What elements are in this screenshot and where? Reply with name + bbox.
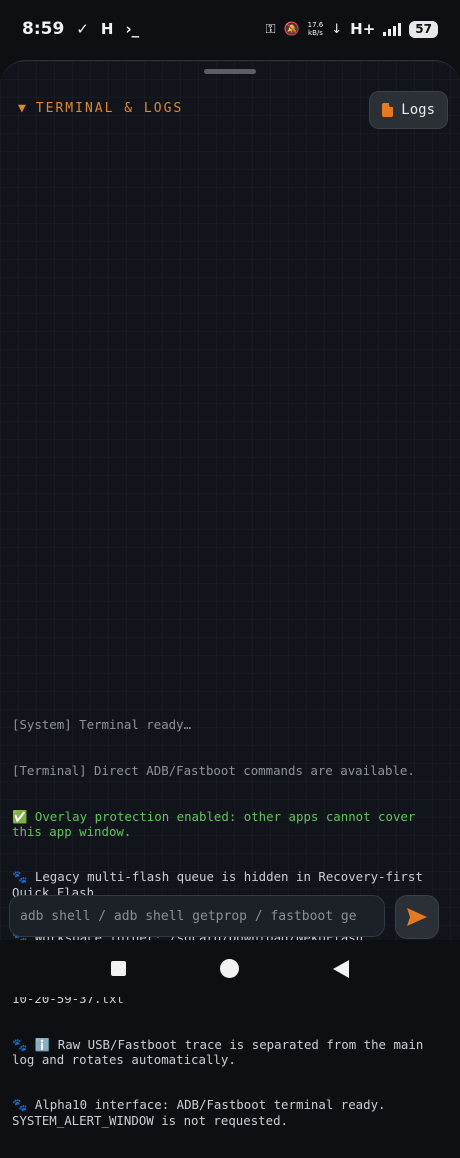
- collapse-arrow-icon: ▼: [18, 101, 28, 116]
- battery-indicator: 57: [409, 20, 438, 38]
- mute-icon: 🔕: [283, 21, 300, 37]
- back-button[interactable]: [333, 959, 349, 978]
- panel-header[interactable]: ▼ TERMINAL & LOGS: [18, 101, 183, 116]
- log-line: [Terminal] Direct ADB/Fastboot commands …: [12, 763, 415, 779]
- log-line: [System] Terminal ready…: [12, 717, 192, 733]
- data-arrows-icon: ↓: [331, 21, 343, 37]
- log-line: ✅ Overlay protection enabled: other apps…: [12, 808, 423, 839]
- send-button[interactable]: [395, 895, 439, 939]
- network-type: H+: [350, 20, 376, 38]
- logs-button-label: Logs: [401, 102, 435, 118]
- speed-value: 17.6: [307, 21, 324, 29]
- network-speed: 17.6 kB/s: [308, 21, 324, 37]
- speed-unit: kB/s: [308, 29, 323, 37]
- recents-button[interactable]: [111, 961, 126, 976]
- status-time: 8:59: [22, 19, 65, 39]
- send-icon: [407, 908, 427, 926]
- logs-button[interactable]: Logs: [369, 91, 448, 129]
- panel-title: TERMINAL & LOGS: [35, 101, 184, 116]
- drag-handle[interactable]: [204, 69, 256, 74]
- home-button[interactable]: [220, 959, 239, 978]
- check-download-icon: ✓: [76, 20, 89, 38]
- log-line: 🐾 ℹ️ Raw USB/Fastboot trace is separated…: [12, 1036, 431, 1067]
- terminal-sheet: ▼ TERMINAL & LOGS Logs [System] Terminal…: [0, 60, 460, 1128]
- terminal-icon: ›_: [125, 20, 140, 38]
- status-bar: 8:59 ✓ H ›_ ⚿ 🔕 17.6 kB/s ↓ H+ 57: [0, 0, 460, 58]
- key-icon: ⚿: [265, 21, 276, 37]
- document-icon: [382, 103, 394, 117]
- log-line: 🐾 Alpha10 interface: ADB/Fastboot termin…: [12, 1097, 393, 1128]
- status-left: 8:59 ✓ H ›_: [22, 19, 139, 39]
- app-h-icon: H: [100, 20, 114, 38]
- command-row: [0, 893, 460, 941]
- signal-icon: [383, 22, 402, 36]
- navigation-bar: [0, 940, 460, 997]
- status-right: ⚿ 🔕 17.6 kB/s ↓ H+ 57: [266, 20, 438, 38]
- command-input[interactable]: [9, 895, 385, 937]
